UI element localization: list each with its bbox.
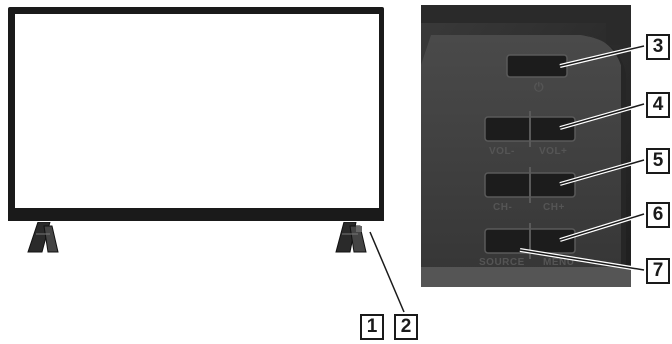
vol-minus-label: VOL- bbox=[489, 146, 515, 157]
menu-label: MENU bbox=[543, 257, 575, 268]
ch-plus-label: CH+ bbox=[543, 202, 565, 213]
tv-bottom-bar bbox=[8, 215, 384, 221]
tv-screen bbox=[14, 13, 380, 209]
callout-1: 1 bbox=[360, 314, 384, 340]
leader-2 bbox=[369, 231, 405, 313]
ch-minus-label: CH- bbox=[493, 202, 513, 213]
vol-plus-label: VOL+ bbox=[539, 146, 568, 157]
button-panel-drawing bbox=[421, 5, 631, 287]
source-label: SOURCE bbox=[479, 257, 525, 268]
tv-left-stand bbox=[27, 222, 59, 253]
callout-3: 3 bbox=[646, 34, 670, 60]
callout-6: 6 bbox=[646, 202, 670, 228]
callout-7: 7 bbox=[646, 258, 670, 284]
callout-5: 5 bbox=[646, 148, 670, 174]
tv-controls-diagram: ⏻ VOL- VOL+ CH- CH+ SOURCE MENU 1 2 3 4 … bbox=[0, 0, 672, 344]
power-symbol-label: ⏻ bbox=[534, 80, 544, 94]
callout-2: 2 bbox=[394, 314, 418, 340]
callout-4: 4 bbox=[646, 92, 670, 118]
tv-right-stand bbox=[335, 222, 367, 253]
button-panel-photo: ⏻ VOL- VOL+ CH- CH+ SOURCE MENU bbox=[421, 5, 631, 287]
